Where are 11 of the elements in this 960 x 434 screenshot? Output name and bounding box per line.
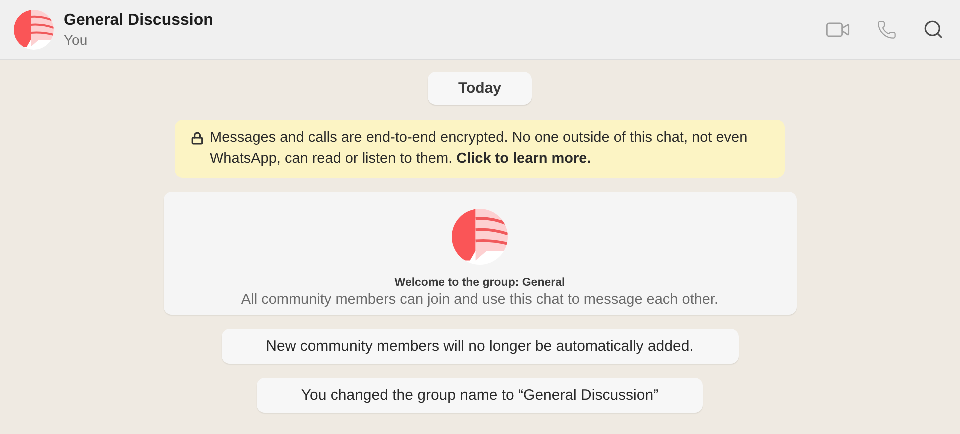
phone-call-button[interactable] xyxy=(877,20,897,40)
search-button[interactable] xyxy=(923,19,944,40)
welcome-title: Welcome to the group: General xyxy=(394,277,566,289)
lock-icon xyxy=(191,132,204,145)
date-label: Today xyxy=(428,72,532,105)
system-message: You changed the group name to “General Discussion” xyxy=(257,378,703,413)
chat-subtitle: You xyxy=(64,32,89,48)
group-avatar xyxy=(14,10,54,50)
welcome-text: All community members can join and use this chat to message each other. xyxy=(241,292,719,308)
chat-title: General Discussion xyxy=(64,12,214,30)
system-message: New community members will no longer be automatically added. xyxy=(222,329,738,364)
